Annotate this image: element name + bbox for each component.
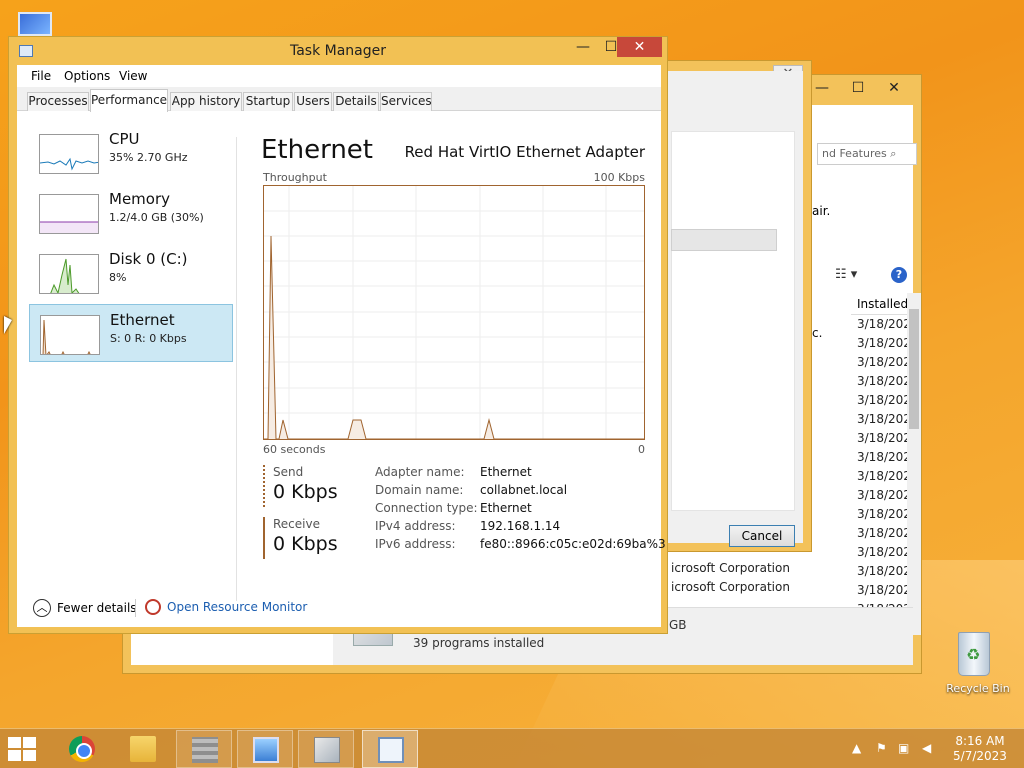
dialog-partial-text: air. [812, 204, 831, 218]
graph-max-label: 100 Kbps [593, 171, 645, 184]
recycle-bin-label: Recycle Bin [946, 682, 1010, 695]
chrome-icon [69, 736, 95, 762]
help-icon[interactable]: ? [891, 267, 907, 283]
publisher-cell: icrosoft Corporation [671, 580, 790, 594]
send-label: Send [273, 465, 304, 479]
close-icon[interactable]: ✕ [617, 37, 662, 57]
receive-metric: Receive 0 Kbps [263, 517, 338, 559]
task-manager-footer: ︿ Fewer details Open Resource Monitor [17, 599, 661, 639]
dialog-content-panel: air. [671, 131, 830, 511]
publisher-cell: icrosoft Corporation [671, 561, 790, 575]
network-monitor-icon [253, 737, 279, 763]
cpu-mini-graph [39, 134, 99, 174]
sidebar-item-cpu[interactable]: CPU 35% 2.70 GHz [29, 124, 233, 182]
tab-processes[interactable]: Processes [27, 92, 89, 111]
throughput-graph-svg [264, 186, 644, 440]
taskbar: ▲ ⚑ ▣ ◀ 8:16 AM 5/7/2023 [0, 728, 1024, 768]
menu-options[interactable]: Options [64, 69, 110, 83]
fewer-details-button[interactable]: ︿ Fewer details [33, 599, 137, 617]
receive-value: 0 Kbps [273, 533, 338, 555]
cpu-label: CPU [109, 130, 140, 148]
tab-strip: Processes Performance App history Startu… [17, 87, 661, 112]
graph-title: Throughput [263, 171, 327, 184]
cancel-button[interactable]: Cancel [729, 525, 795, 547]
tab-users[interactable]: Users [294, 92, 332, 111]
task-manager-window[interactable]: Task Manager — ☐ ✕ File Options View Pro… [8, 36, 668, 634]
status-size: GB [669, 618, 687, 632]
adapter-name: Red Hat VirtIO Ethernet Adapter [404, 143, 645, 161]
firewall-icon [192, 737, 218, 763]
view-options-icon[interactable]: ☷ ▾ [835, 267, 857, 282]
ethernet-usage: S: 0 R: 0 Kbps [110, 332, 187, 345]
tab-app-history[interactable]: App history [170, 92, 242, 111]
menu-file[interactable]: File [31, 69, 51, 83]
send-value: 0 Kbps [273, 481, 338, 503]
ethernet-label: Ethernet [110, 311, 175, 329]
minimize-button[interactable]: — [809, 79, 835, 97]
resource-monitor-icon [145, 599, 161, 615]
menu-view[interactable]: View [119, 69, 147, 83]
taskbar-file-explorer[interactable] [115, 730, 171, 768]
disk-label: Disk 0 (C:) [109, 250, 188, 268]
clock[interactable]: 8:16 AM 5/7/2023 [950, 734, 1010, 764]
sidebar-item-memory[interactable]: Memory 1.2/4.0 GB (30%) [29, 184, 233, 242]
chevron-up-icon[interactable]: ▲ [852, 741, 861, 755]
taskbar-task-manager[interactable] [362, 730, 418, 768]
taskbar-programs[interactable] [298, 730, 354, 768]
tab-performance[interactable]: Performance [90, 89, 168, 112]
uninstall-dialog-window[interactable]: ✕ air. Cancel [662, 60, 830, 552]
taskbar-network[interactable] [237, 730, 293, 768]
minimize-icon[interactable]: — [569, 37, 597, 57]
chevron-up-icon: ︿ [33, 599, 51, 617]
memory-label: Memory [109, 190, 171, 208]
open-resource-monitor-link[interactable]: Open Resource Monitor [145, 599, 307, 615]
recycle-bin-icon [958, 632, 990, 676]
maximize-button[interactable]: ☐ [845, 79, 871, 97]
folder-icon [130, 736, 156, 762]
search-icon: ⌕ [890, 147, 897, 160]
fewer-details-label: Fewer details [57, 601, 137, 615]
footer-separator [135, 599, 136, 617]
sidebar-item-ethernet[interactable]: Ethernet S: 0 R: 0 Kbps [29, 304, 233, 362]
programs-icon [314, 737, 340, 763]
partial-publisher-text: c. [812, 326, 823, 340]
taskbar-chrome[interactable] [54, 730, 110, 768]
search-input[interactable]: nd Features ⌕ [817, 143, 917, 165]
task-manager-icon [378, 737, 404, 763]
receive-label: Receive [273, 517, 320, 531]
title-bar[interactable]: Task Manager — ☐ ✕ [9, 37, 667, 65]
graph-time-label: 60 seconds [263, 443, 326, 456]
progress-bar [671, 229, 777, 251]
recycle-bin-desktop-icon[interactable]: Recycle Bin [938, 630, 1018, 700]
disk-usage: 8% [109, 271, 127, 284]
send-metric: Send 0 Kbps [263, 465, 338, 507]
clock-time: 8:16 AM [955, 734, 1005, 748]
task-manager-client: File Options View Processes Performance … [17, 65, 666, 627]
panel-divider [236, 137, 237, 601]
volume-icon[interactable]: ◀ [922, 741, 931, 755]
flag-icon[interactable]: ⚑ [876, 741, 887, 755]
dialog-client: air. Cancel [665, 71, 830, 547]
mouse-cursor-icon [4, 316, 12, 334]
graph-zero-label: 0 [638, 443, 645, 456]
ethernet-mini-graph [40, 315, 100, 355]
cpu-usage: 35% 2.70 GHz [109, 151, 188, 164]
tab-details[interactable]: Details [333, 92, 379, 111]
taskbar-firewall[interactable] [176, 730, 232, 768]
close-button[interactable]: ✕ [881, 79, 907, 97]
disk-mini-graph [39, 254, 99, 294]
open-resource-monitor-label: Open Resource Monitor [167, 600, 308, 614]
sidebar-item-disk[interactable]: Disk 0 (C:) 8% [29, 244, 233, 302]
memory-usage: 1.2/4.0 GB (30%) [109, 211, 204, 224]
start-button[interactable] [8, 737, 38, 761]
tab-services[interactable]: Services [380, 92, 432, 111]
tab-startup[interactable]: Startup [243, 92, 293, 111]
vertical-scrollbar[interactable] [907, 293, 921, 619]
network-icon[interactable]: ▣ [898, 741, 909, 755]
clock-date: 5/7/2023 [953, 749, 1007, 763]
memory-mini-graph [39, 194, 99, 234]
detail-title: Ethernet [261, 135, 373, 165]
menu-bar: File Options View [17, 65, 661, 87]
throughput-graph [263, 185, 645, 440]
